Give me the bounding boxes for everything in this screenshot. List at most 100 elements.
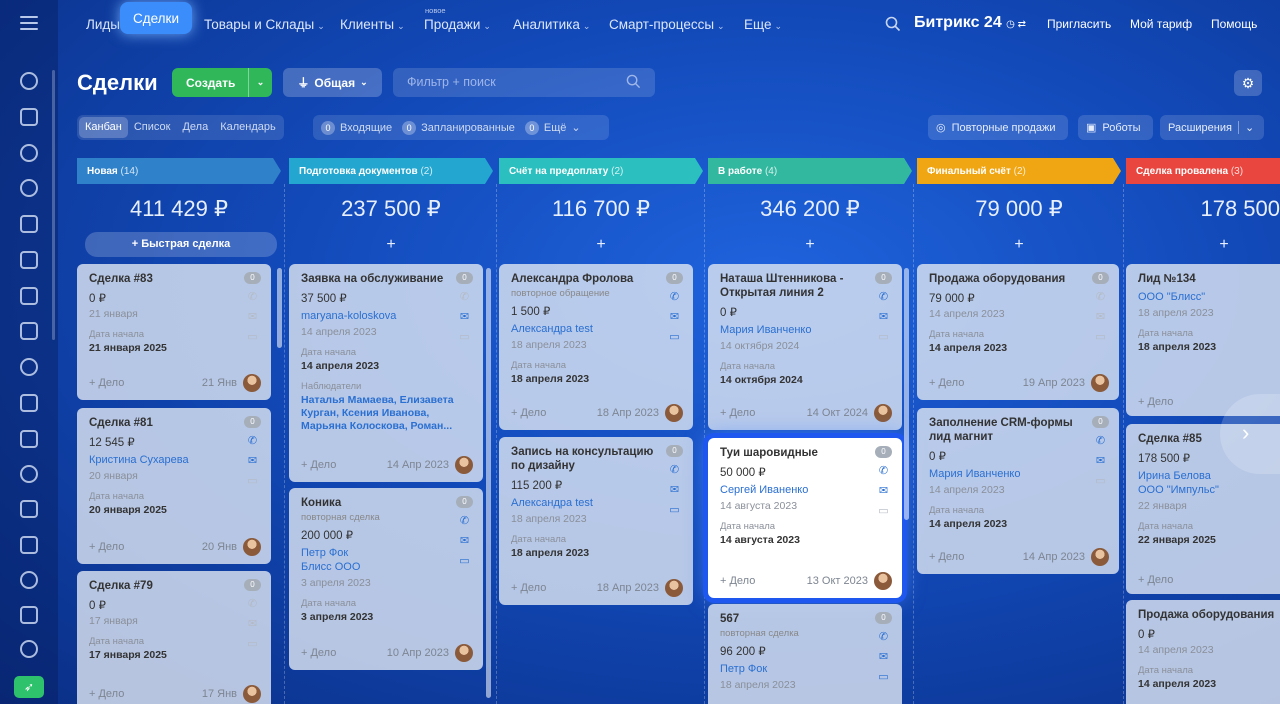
card-contact[interactable]: Александра test bbox=[511, 496, 681, 510]
card-title[interactable]: Запись на консультацию по дизайну bbox=[511, 445, 681, 473]
crm-icon[interactable] bbox=[20, 179, 38, 197]
help-link[interactable]: Помощь bbox=[1211, 17, 1257, 31]
phone-icon[interactable]: ✆ bbox=[1094, 291, 1107, 303]
add-deal-button[interactable]: + bbox=[1126, 236, 1280, 254]
deal-card[interactable]: Александра Фролова повторное обращение 1… bbox=[499, 264, 693, 430]
deal-card-highlighted[interactable]: Туи шаровидные 50 000 ₽ Сергей Иваненко … bbox=[708, 438, 902, 598]
card-title[interactable]: Наташа Штенникова - Открытая линия 2 bbox=[720, 272, 890, 300]
avatar[interactable] bbox=[243, 374, 261, 392]
robots-button[interactable]: ▣ Роботы bbox=[1078, 115, 1153, 140]
card-title[interactable]: Туи шаровидные bbox=[720, 446, 890, 460]
mail-icon[interactable]: ✉ bbox=[877, 311, 890, 323]
phone-icon[interactable]: ✆ bbox=[246, 291, 259, 303]
search-icon[interactable] bbox=[626, 74, 641, 89]
phone-icon[interactable]: ✆ bbox=[877, 631, 890, 643]
mail-icon[interactable]: ✉ bbox=[877, 485, 890, 497]
brand-logo[interactable]: Битрикс 24 ◷ ⇄ bbox=[914, 14, 1026, 32]
add-activity[interactable]: + Дело bbox=[929, 377, 1023, 389]
card-title[interactable]: Заполнение CRM-формы лид магнит bbox=[929, 416, 1107, 444]
card-contact[interactable]: Александра test bbox=[511, 322, 681, 336]
phone-icon[interactable]: ✆ bbox=[877, 291, 890, 303]
search-icon[interactable] bbox=[885, 16, 901, 32]
add-activity[interactable]: + Дело bbox=[89, 541, 202, 553]
nav-sales[interactable]: Продажи ⌄ bbox=[424, 17, 491, 32]
card-contact[interactable]: Петр Фок bbox=[720, 662, 890, 676]
chat-icon[interactable]: ▭ bbox=[877, 331, 890, 343]
rocket-icon[interactable]: ➶ bbox=[14, 676, 44, 698]
add-deal-button[interactable]: + bbox=[289, 236, 493, 254]
target-icon[interactable] bbox=[20, 358, 38, 376]
avatar[interactable] bbox=[665, 404, 683, 422]
create-button[interactable]: Создать ⌄ bbox=[172, 68, 272, 97]
card-contact[interactable]: maryana-koloskova bbox=[301, 309, 471, 323]
card-title[interactable]: Сделка #81 bbox=[89, 416, 259, 430]
mail-icon[interactable]: ✉ bbox=[246, 311, 259, 323]
sidebar-scrollbar[interactable] bbox=[52, 70, 55, 340]
filter-icon[interactable] bbox=[20, 251, 38, 269]
card-title[interactable]: Продажа оборудования bbox=[1138, 608, 1280, 622]
card-company[interactable]: ООО "Импульс" bbox=[1138, 483, 1280, 497]
card-title[interactable]: Коника bbox=[301, 496, 471, 510]
card-contact[interactable]: Кристина Сухарева bbox=[89, 453, 259, 467]
view-kanban[interactable]: Канбан bbox=[79, 117, 128, 138]
phone-icon[interactable]: ✆ bbox=[246, 435, 259, 447]
phone-icon[interactable]: ✆ bbox=[458, 291, 471, 303]
nav-clients[interactable]: Клиенты ⌄ bbox=[340, 17, 405, 32]
file-icon[interactable] bbox=[20, 500, 38, 518]
add-activity[interactable]: + Дело bbox=[89, 688, 202, 700]
column-header[interactable]: Счёт на предоплату (2) bbox=[499, 158, 703, 184]
checkbox-icon[interactable] bbox=[20, 322, 38, 340]
card-contact[interactable]: Сергей Иваненко bbox=[720, 483, 890, 497]
deal-card[interactable]: Коника повторная сделка 200 000 ₽ Петр Ф… bbox=[289, 488, 483, 670]
chat-icon[interactable]: ▭ bbox=[1094, 475, 1107, 487]
card-title[interactable]: Лид №134 bbox=[1138, 272, 1280, 286]
column-scrollbar[interactable] bbox=[904, 268, 909, 520]
card-title[interactable]: Продажа оборудования bbox=[929, 272, 1107, 286]
pen-icon[interactable] bbox=[20, 394, 38, 412]
card-contact[interactable]: Петр Фок bbox=[301, 546, 471, 560]
chat-icon[interactable] bbox=[20, 144, 38, 162]
add-activity[interactable]: + Дело bbox=[720, 575, 807, 587]
category-selector[interactable]: ⏚ Общая ⌄ bbox=[283, 68, 382, 97]
mail-icon[interactable]: ✉ bbox=[668, 311, 681, 323]
mail-icon[interactable]: ✉ bbox=[246, 618, 259, 630]
column-header[interactable]: Подготовка документов (2) bbox=[289, 158, 493, 184]
mail-icon[interactable]: ✉ bbox=[668, 484, 681, 496]
column-header[interactable]: В работе (4) bbox=[708, 158, 912, 184]
chat-icon[interactable]: ▭ bbox=[246, 638, 259, 650]
counter-planned[interactable]: 0 Запланированные bbox=[402, 120, 515, 135]
settings-icon[interactable] bbox=[20, 640, 38, 658]
deal-card[interactable]: Заявка на обслуживание 37 500 ₽ maryana-… bbox=[289, 264, 483, 482]
chat-icon[interactable]: ▭ bbox=[877, 505, 890, 517]
tariff-link[interactable]: Мой тариф bbox=[1130, 17, 1192, 31]
card-title[interactable]: Заявка на обслуживание bbox=[301, 272, 471, 286]
add-activity[interactable]: + Дело bbox=[720, 407, 807, 419]
nav-more[interactable]: Еще ⌄ bbox=[744, 17, 782, 32]
avatar[interactable] bbox=[874, 404, 892, 422]
card-title[interactable]: Сделка #83 bbox=[89, 272, 259, 286]
deal-card[interactable]: Сделка #81 12 545 ₽ Кристина Сухарева 20… bbox=[77, 408, 271, 564]
card-contact[interactable]: ООО "Блисс" bbox=[1138, 290, 1280, 304]
chat-icon[interactable]: ▭ bbox=[1094, 331, 1107, 343]
card-contact[interactable]: Мария Иванченко bbox=[929, 467, 1107, 481]
add-deal-button[interactable]: + bbox=[499, 236, 703, 254]
mail-icon[interactable]: ✉ bbox=[458, 311, 471, 323]
counter-incoming[interactable]: 0 Входящие bbox=[321, 120, 392, 135]
chat-icon[interactable]: ▭ bbox=[877, 671, 890, 683]
mail-icon[interactable]: ✉ bbox=[1094, 455, 1107, 467]
column-header[interactable]: Сделка провалена (3) bbox=[1126, 158, 1280, 184]
counter-more[interactable]: 0 Ещё ⌄ bbox=[524, 120, 581, 135]
nav-products[interactable]: Товары и Склады ⌄ bbox=[204, 17, 325, 32]
deal-card[interactable]: Продажа оборудования 79 000 ₽ 14 апреля … bbox=[917, 264, 1119, 400]
deal-card[interactable]: Сделка #83 0 ₽ 21 января Дата начала 21 … bbox=[77, 264, 271, 400]
chevron-down-icon[interactable]: ⌄ bbox=[248, 68, 272, 97]
add-activity[interactable]: + Дело bbox=[511, 407, 597, 419]
chat-icon[interactable]: ▭ bbox=[458, 331, 471, 343]
calendar-icon[interactable] bbox=[20, 606, 38, 624]
deal-card[interactable]: Заполнение CRM-формы лид магнит 0 ₽ Мари… bbox=[917, 408, 1119, 574]
phone-icon[interactable]: ✆ bbox=[458, 515, 471, 527]
card-title[interactable]: Александра Фролова bbox=[511, 272, 681, 286]
add-activity[interactable]: + Дело bbox=[929, 551, 1023, 563]
card-company[interactable]: Блисс ООО bbox=[301, 560, 471, 574]
screen-icon[interactable] bbox=[20, 430, 38, 448]
